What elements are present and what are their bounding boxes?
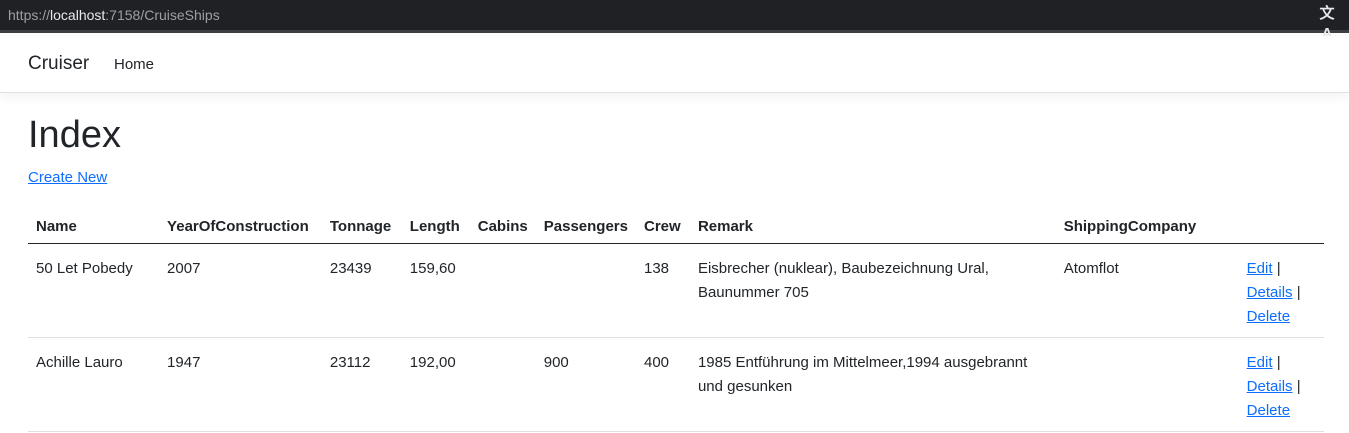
cell-cabins bbox=[469, 243, 536, 338]
cell-tonnage: 23439 bbox=[321, 243, 402, 338]
column-header-length: Length bbox=[401, 207, 470, 244]
browser-address-bar[interactable]: https://localhost:7158/CruiseShips 文A bbox=[0, 0, 1349, 42]
cell-shipping-company: Atomflot bbox=[1055, 243, 1239, 338]
nav-home-link[interactable]: Home bbox=[114, 56, 154, 73]
column-header-remark: Remark bbox=[689, 207, 1056, 244]
cell-remark: Eisbrecher (nuklear), Baubezeichnung Ura… bbox=[689, 243, 1056, 338]
table-row: Achille Lauro 1947 23112 192,00 900 400 … bbox=[28, 337, 1324, 432]
column-header-shipping-company: ShippingCompany bbox=[1055, 207, 1239, 244]
page-title: Index bbox=[28, 114, 121, 156]
edit-link[interactable]: Edit bbox=[1247, 354, 1273, 371]
action-separator: | bbox=[1276, 354, 1281, 371]
cell-remark: 1985 Entführung im Mittelmeer,1994 ausge… bbox=[689, 337, 1056, 432]
cell-actions: Edit | Details | Delete bbox=[1238, 243, 1324, 338]
create-new-link[interactable]: Create New bbox=[28, 169, 107, 186]
details-link[interactable]: Details bbox=[1247, 284, 1293, 301]
action-separator: | bbox=[1296, 284, 1301, 301]
column-header-year: YearOfConstruction bbox=[159, 207, 322, 244]
cell-tonnage: 23112 bbox=[321, 337, 402, 432]
cell-cabins bbox=[469, 337, 536, 432]
cell-passengers bbox=[535, 243, 636, 338]
cruise-ships-table: Name YearOfConstruction Tonnage Length C… bbox=[28, 207, 1324, 432]
brand-link[interactable]: Cruiser bbox=[28, 53, 89, 75]
cell-crew: 138 bbox=[635, 243, 690, 338]
table-row: 50 Let Pobedy 2007 23439 159,60 138 Eisb… bbox=[28, 243, 1324, 338]
delete-link[interactable]: Delete bbox=[1247, 402, 1290, 419]
navbar: Cruiser Home bbox=[0, 36, 1349, 93]
translate-icon[interactable]: 文A bbox=[1317, 4, 1337, 42]
details-link[interactable]: Details bbox=[1247, 378, 1293, 395]
table-header-row: Name YearOfConstruction Tonnage Length C… bbox=[28, 207, 1324, 244]
cell-year: 1947 bbox=[159, 337, 322, 432]
url-text: https://localhost:7158/CruiseShips bbox=[8, 7, 220, 23]
cell-name: Achille Lauro bbox=[28, 337, 160, 432]
cell-length: 159,60 bbox=[401, 243, 470, 338]
cell-length: 192,00 bbox=[401, 337, 470, 432]
column-header-name: Name bbox=[28, 207, 160, 244]
cell-name: 50 Let Pobedy bbox=[28, 243, 160, 338]
cell-passengers: 900 bbox=[535, 337, 636, 432]
cell-shipping-company bbox=[1055, 337, 1239, 432]
cell-year: 2007 bbox=[159, 243, 322, 338]
cell-crew: 400 bbox=[635, 337, 690, 432]
cell-actions: Edit | Details | Delete bbox=[1238, 337, 1324, 432]
column-header-actions bbox=[1238, 207, 1324, 244]
column-header-tonnage: Tonnage bbox=[321, 207, 402, 244]
action-separator: | bbox=[1276, 260, 1281, 277]
delete-link[interactable]: Delete bbox=[1247, 308, 1290, 325]
column-header-passengers: Passengers bbox=[535, 207, 636, 244]
column-header-cabins: Cabins bbox=[469, 207, 536, 244]
action-separator: | bbox=[1296, 378, 1301, 395]
column-header-crew: Crew bbox=[635, 207, 690, 244]
edit-link[interactable]: Edit bbox=[1247, 260, 1273, 277]
